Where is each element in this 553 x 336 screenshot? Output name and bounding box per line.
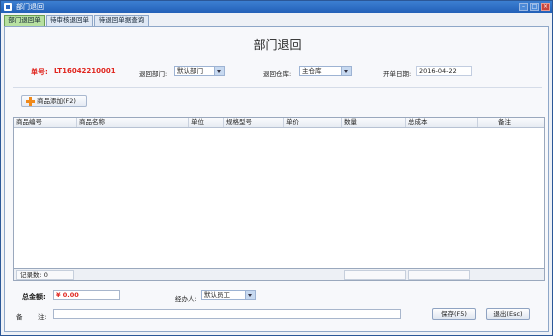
tab-pending-review[interactable]: 待审核退回单 (46, 15, 93, 26)
handler-label: 经办人: (175, 295, 197, 303)
status-bar: 记录数: 0 (13, 268, 545, 281)
column-header[interactable]: 总成本 (406, 118, 478, 127)
minimize-icon[interactable]: – (519, 3, 528, 11)
column-header[interactable]: 单位 (189, 118, 224, 127)
remark-label-1: 备 (16, 313, 23, 321)
items-table[interactable]: 商品编号 商品名称 单位 规格型号 单价 数量 总成本 备注 (13, 117, 545, 281)
column-header[interactable]: 数量 (342, 118, 406, 127)
table-header: 商品编号 商品名称 单位 规格型号 单价 数量 总成本 备注 (14, 118, 544, 128)
tab-department-return[interactable]: 部门退回单 (4, 15, 45, 26)
return-warehouse-select[interactable]: 主仓库 (299, 66, 352, 76)
remark-input[interactable] (53, 309, 401, 319)
exit-button[interactable]: 退出(Esc) (486, 308, 530, 320)
add-product-button[interactable]: 商品添加(F2) (21, 95, 87, 107)
column-header[interactable]: 规格型号 (224, 118, 284, 127)
main-panel: 部门退回 单号: LT16042210001 退回部门: 默认部门 退回仓库: … (4, 26, 549, 332)
app-window: 部门退回 – □ × 部门退回单 待审核退回单 待退回单据查询 部门退回 单号:… (0, 0, 553, 336)
return-warehouse-value: 主仓库 (302, 67, 322, 75)
status-cell (408, 270, 470, 280)
handler-value: 默认员工 (204, 291, 230, 299)
page-title: 部门退回 (253, 38, 302, 52)
date-field[interactable]: 2016-04-22 (416, 66, 472, 76)
app-icon (4, 3, 12, 11)
date-label: 开单日期: (383, 70, 412, 78)
save-button[interactable]: 保存(F5) (432, 308, 476, 320)
return-dept-label: 退回部门: (139, 70, 168, 78)
plus-icon (26, 97, 35, 106)
order-no-label: 单号: (31, 68, 48, 76)
return-dept-select[interactable]: 默认部门 (174, 66, 225, 76)
return-warehouse-label: 退回仓库: (263, 70, 292, 78)
chevron-down-icon[interactable] (214, 67, 224, 75)
column-header[interactable]: 商品名称 (77, 118, 189, 127)
chevron-down-icon[interactable] (245, 291, 255, 299)
column-header[interactable]: 单价 (284, 118, 342, 127)
window-title: 部门退回 (16, 3, 44, 11)
order-no-value: LT16042210001 (54, 67, 116, 75)
record-count: 记录数: 0 (16, 270, 74, 280)
column-header[interactable]: 商品编号 (14, 118, 77, 127)
total-amount-field: ¥ 0.00 (53, 290, 120, 300)
total-label: 总金额: (22, 293, 46, 301)
handler-select[interactable]: 默认员工 (201, 290, 256, 300)
add-product-label: 商品添加(F2) (37, 97, 76, 105)
tab-pending-query[interactable]: 待退回单据查询 (94, 15, 149, 26)
divider (13, 87, 542, 88)
title-bar[interactable]: 部门退回 – □ × (1, 1, 552, 13)
return-dept-value: 默认部门 (177, 67, 203, 75)
maximize-icon[interactable]: □ (530, 3, 539, 11)
column-header[interactable]: 备注 (478, 118, 544, 127)
close-icon[interactable]: × (541, 3, 550, 11)
status-cell (344, 270, 406, 280)
chevron-down-icon[interactable] (341, 67, 351, 75)
remark-label-2: 注: (38, 313, 47, 321)
